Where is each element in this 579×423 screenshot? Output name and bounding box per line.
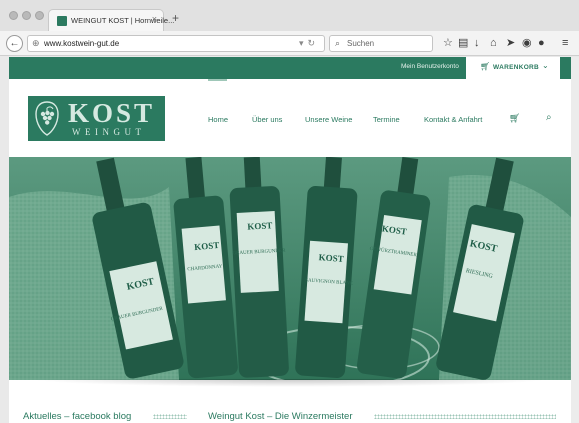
reload-icon[interactable]: ▾↻ — [299, 38, 319, 49]
back-button[interactable]: ← — [6, 35, 23, 52]
sync-icon[interactable]: ◉ — [522, 37, 532, 49]
page-scrollbar[interactable] — [571, 57, 579, 423]
new-tab-button[interactable]: + — [172, 12, 179, 24]
cart-label: WARENKORB — [493, 64, 540, 71]
bookmark-star-icon[interactable]: ☆ — [443, 37, 453, 49]
cart-dropdown-button[interactable]: 🛒︎ WARENKORB ⌄ — [466, 57, 560, 79]
search-placeholder: Suchen — [347, 39, 375, 48]
url-text[interactable]: www.kostwein-gut.de — [44, 39, 119, 48]
tab-close-icon[interactable]: × — [152, 14, 157, 24]
website-viewport: Mein Benutzerkonto 🛒︎ WARENKORB ⌄ KOST W… — [9, 57, 571, 423]
section-divider-dots — [374, 414, 556, 419]
nav-kontakt-anfahrt[interactable]: Kontakt & Anfahrt — [424, 115, 482, 124]
site-logo[interactable]: KOST WEINGUT — [28, 96, 165, 141]
section-divider-dots — [153, 414, 187, 419]
logo-title: KOST — [68, 98, 156, 128]
section-title-news: Aktuelles – facebook blog — [23, 411, 132, 422]
grape-emblem-icon — [35, 101, 59, 136]
reading-list-icon[interactable]: ▤ — [458, 37, 468, 49]
menu-icon[interactable]: ≡ — [562, 37, 568, 49]
search-input[interactable]: ⌕ Suchen — [329, 35, 433, 52]
browser-tab[interactable]: WEINGUT KOST | Hornweile... × — [48, 9, 174, 31]
nav-ueber-uns[interactable]: Über uns — [252, 115, 282, 124]
account-link[interactable]: Mein Benutzerkonto — [401, 63, 459, 70]
bottle-label-3: KOST — [247, 220, 273, 231]
downloads-icon[interactable]: ↓ — [474, 37, 480, 49]
hero-image: KOST KOST KOST KOST KOST KOST GRAUER BUR… — [9, 157, 571, 380]
nav-cart-icon[interactable]: 🛒︎ — [509, 113, 520, 124]
nav-unsere-weine[interactable]: Unsere Weine — [305, 115, 352, 124]
search-icon: ⌕ — [335, 38, 341, 48]
wine-bottles-photo: KOST KOST KOST KOST KOST KOST GRAUER BUR… — [9, 157, 571, 380]
site-favicon-icon — [57, 16, 67, 26]
nav-active-indicator — [208, 79, 227, 81]
browser-tab-strip: WEINGUT KOST | Hornweile... × + — [0, 0, 579, 31]
zoom-window-button[interactable] — [35, 11, 44, 20]
send-icon[interactable]: ➤ — [506, 37, 515, 49]
bottle-label-4: KOST — [318, 252, 344, 264]
chevron-down-icon: ⌄ — [542, 61, 549, 70]
site-header: KOST WEINGUT Home Über uns Unsere Weine … — [9, 79, 571, 157]
close-window-button[interactable] — [9, 11, 18, 20]
site-info-icon[interactable]: ⊕ — [32, 38, 40, 49]
site-topbar: Mein Benutzerkonto 🛒︎ WARENKORB ⌄ — [9, 57, 571, 79]
logo-subtitle: WEINGUT — [72, 127, 146, 137]
browser-toolbar: ← ⊕ www.kostwein-gut.de ▾↻ ⌕ Suchen ☆ ▤ … — [0, 31, 579, 56]
cart-icon: 🛒︎ — [480, 62, 491, 71]
nav-termine[interactable]: Termine — [373, 115, 400, 124]
chat-icon[interactable]: ● — [538, 37, 545, 49]
section-title-winery: Weingut Kost – Die Winzermeister — [208, 411, 353, 422]
home-icon[interactable]: ⌂ — [490, 37, 497, 49]
minimize-window-button[interactable] — [22, 11, 31, 20]
nav-search-icon[interactable]: ⌕ — [546, 112, 552, 123]
address-bar[interactable]: ⊕ www.kostwein-gut.de ▾↻ — [27, 35, 325, 52]
tab-title: WEINGUT KOST | Hornweile... — [71, 16, 175, 25]
hero-shadow — [29, 379, 551, 387]
nav-home[interactable]: Home — [208, 115, 228, 124]
